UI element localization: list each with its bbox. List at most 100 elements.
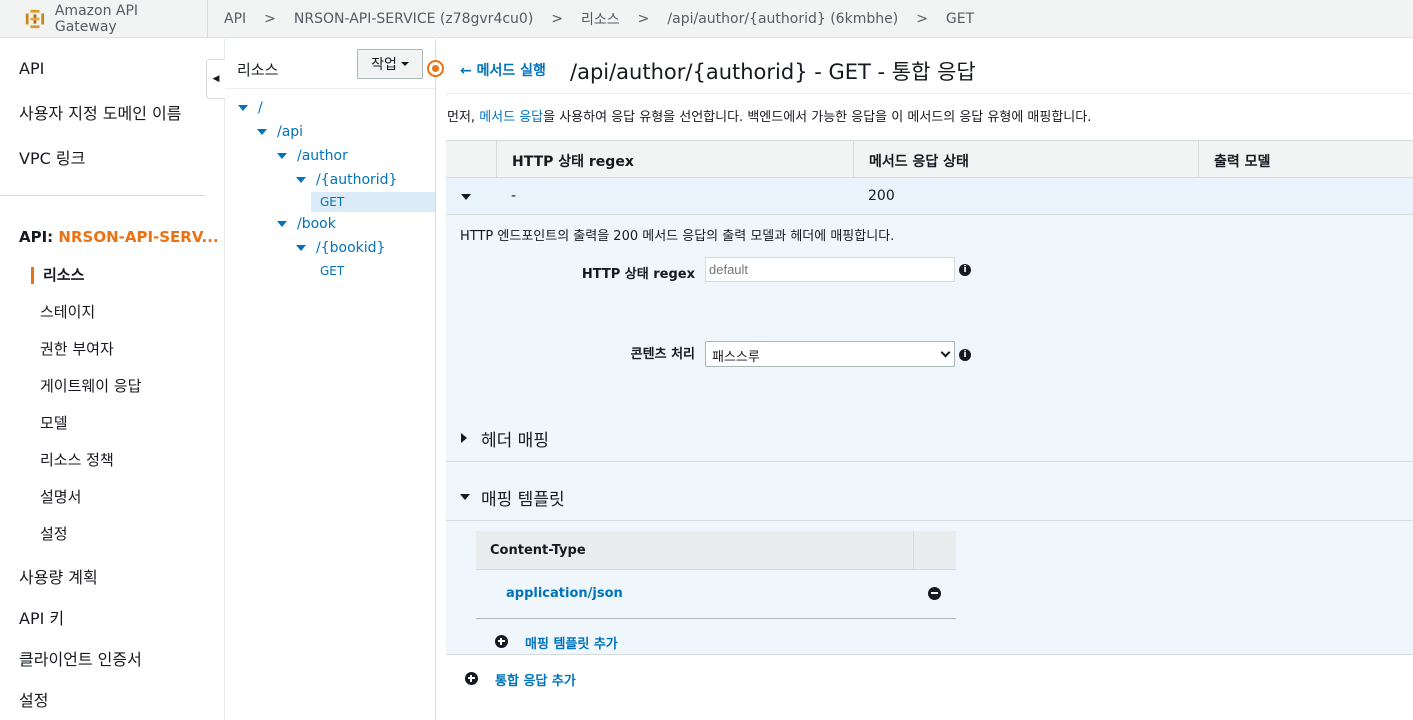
collapse-row-icon[interactable] <box>461 194 471 200</box>
expand-icon <box>257 129 267 135</box>
section-divider <box>446 520 1413 521</box>
resource-tree-panel: 리소스 작업 / /api /author /{authorid} GET /b… <box>225 39 436 720</box>
method-execution-link[interactable]: ← 메서드 실행 <box>460 60 546 80</box>
add-integration-response-link[interactable]: 통합 응답 추가 <box>495 670 576 689</box>
tree-node-author[interactable]: /author <box>277 148 348 164</box>
nav-item-resource-policy[interactable]: 리소스 정책 <box>40 449 114 470</box>
expand-icon <box>296 177 306 183</box>
collapse-mapping-templates-icon[interactable] <box>460 494 470 500</box>
tree-node-authorid[interactable]: /{authorid} <box>296 172 397 188</box>
breadcrumb: API > NRSON-API-SERVICE (z78gvr4cu0) > 리… <box>208 9 974 29</box>
back-label: 메서드 실행 <box>476 63 546 79</box>
add-mapping-template-link[interactable]: 매핑 템플릿 추가 <box>525 633 618 652</box>
resource-tree-title: 리소스 <box>237 61 279 79</box>
api-gateway-logo-icon <box>25 9 45 28</box>
column-output-model: 출력 모델 <box>1198 141 1413 178</box>
nav-item-stages[interactable]: 스테이지 <box>40 301 95 322</box>
expand-header-mapping-icon[interactable] <box>461 433 467 443</box>
api-prefix: API: <box>19 228 59 246</box>
section-divider <box>446 461 1413 462</box>
tree-node-bookid[interactable]: /{bookid} <box>296 240 385 256</box>
nav-item-custom-domain[interactable]: 사용자 지정 도메인 이름 <box>19 100 181 124</box>
method-response-link[interactable]: 메서드 응답 <box>479 110 543 125</box>
breadcrumb-api-service[interactable]: NRSON-API-SERVICE (z78gvr4cu0) <box>294 11 533 27</box>
nav-item-usage-plans[interactable]: 사용량 계획 <box>19 564 98 588</box>
expand-icon <box>296 245 306 251</box>
nav-item-client-certificates[interactable]: 클라이언트 인증서 <box>19 646 142 670</box>
tree-divider <box>225 88 435 89</box>
nav-item-api[interactable]: API <box>19 59 44 78</box>
response-detail-panel: HTTP 엔드포인트의 출력을 200 메서드 응답의 출력 모델과 헤더에 매… <box>446 215 1413 655</box>
tree-node-root[interactable]: / <box>238 100 263 116</box>
nav-item-authorizers[interactable]: 권한 부여자 <box>40 338 114 359</box>
resize-handle-icon[interactable] <box>427 60 444 77</box>
breadcrumb-resources[interactable]: 리소스 <box>581 9 620 29</box>
side-navigation: API 사용자 지정 도메인 이름 VPC 링크 API: NRSON-API-… <box>0 39 225 720</box>
content-type-header: Content-Type <box>490 543 586 558</box>
header-mapping-section[interactable]: 헤더 매핑 <box>481 426 549 451</box>
nav-item-api-settings[interactable]: 설정 <box>40 523 68 544</box>
add-icon[interactable] <box>465 672 478 685</box>
main-content: ← 메서드 실행 /api/author/{authorid} - GET - … <box>436 39 1413 720</box>
remove-icon[interactable] <box>928 587 941 600</box>
caret-left-icon: ◀ <box>212 74 220 84</box>
nav-item-vpc-link[interactable]: VPC 링크 <box>19 145 85 169</box>
column-regex: HTTP 상태 regex <box>496 141 853 178</box>
tree-node-book[interactable]: /book <box>277 216 336 232</box>
content-handling-label: 콘텐츠 처리 <box>630 347 695 362</box>
nav-item-gateway-responses[interactable]: 게이트웨이 응답 <box>40 375 141 396</box>
table-row[interactable]: - 200 <box>446 178 1413 215</box>
tree-node-authorid-get[interactable]: GET <box>311 192 435 212</box>
active-indicator <box>31 267 34 284</box>
nav-item-settings[interactable]: 설정 <box>19 687 48 711</box>
chevron-down-icon <box>940 347 951 358</box>
content-type-table-header: Content-Type <box>476 531 956 570</box>
nav-item-api-keys[interactable]: API 키 <box>19 605 64 629</box>
brand-name: Amazon API Gateway <box>54 2 139 35</box>
breadcrumb-separator: > <box>916 10 928 27</box>
brand[interactable]: Amazon API Gateway <box>0 0 208 38</box>
breadcrumb-api[interactable]: API <box>224 11 246 27</box>
nav-item-documentation[interactable]: 설명서 <box>40 486 81 507</box>
row-status: 200 <box>868 188 895 204</box>
breadcrumb-method: GET <box>945 10 975 27</box>
expand-icon <box>277 153 287 159</box>
tree-node-label: /author <box>297 148 348 164</box>
expand-icon <box>277 221 287 227</box>
breadcrumb-separator: > <box>637 10 650 27</box>
column-method-status: 메서드 응답 상태 <box>853 141 1198 178</box>
tree-node-bookid-get[interactable]: GET <box>320 264 344 278</box>
nav-item-models[interactable]: 모델 <box>40 412 68 433</box>
content-type-link[interactable]: application/json <box>506 586 623 601</box>
nav-item-resources[interactable]: 리소스 <box>43 264 84 285</box>
api-name[interactable]: NRSON-API-SERV... <box>58 228 218 246</box>
breadcrumb-separator: > <box>551 10 564 27</box>
content-handling-select[interactable]: 패스스루 <box>705 341 955 367</box>
actions-label: 작업 <box>371 57 397 73</box>
mapping-templates-section[interactable]: 매핑 템플릿 <box>481 485 565 510</box>
tree-node-label: /{bookid} <box>316 240 386 256</box>
intro-after: 을 사용하여 응답 유형을 선언합니다. 백엔드에서 가능한 응답을 이 메서드… <box>543 110 1092 125</box>
collapse-nav-button[interactable]: ◀ <box>206 59 225 99</box>
content-handling-value: 패스스루 <box>712 350 760 365</box>
tree-node-label: /book <box>297 216 336 232</box>
regex-input[interactable] <box>705 257 955 282</box>
intro-before: 먼저, <box>447 110 480 125</box>
info-icon[interactable]: i <box>959 349 971 361</box>
tree-node-label: / <box>258 100 263 116</box>
arrow-left-icon: ← <box>460 63 472 79</box>
regex-label: HTTP 상태 regex <box>581 267 695 282</box>
info-icon[interactable]: i <box>959 264 971 276</box>
tree-node-api[interactable]: /api <box>257 124 303 140</box>
column-divider <box>913 531 914 570</box>
row-regex: - <box>511 188 517 204</box>
table-row[interactable]: application/json <box>476 570 956 619</box>
breadcrumb-resource-path[interactable]: /api/author/{authorid} (6kmbhe) <box>667 11 898 27</box>
detail-description: HTTP 엔드포인트의 출력을 200 메서드 응답의 출력 모델과 헤더에 매… <box>460 229 895 244</box>
response-table-header: HTTP 상태 regex 메서드 응답 상태 출력 모델 <box>446 140 1413 178</box>
page-title: /api/author/{authorid} - GET - 통합 응답 <box>570 60 976 84</box>
actions-button[interactable]: 작업 <box>357 49 423 79</box>
add-icon[interactable] <box>495 635 508 648</box>
tree-node-label: /api <box>277 124 304 140</box>
breadcrumb-separator: > <box>264 10 276 27</box>
